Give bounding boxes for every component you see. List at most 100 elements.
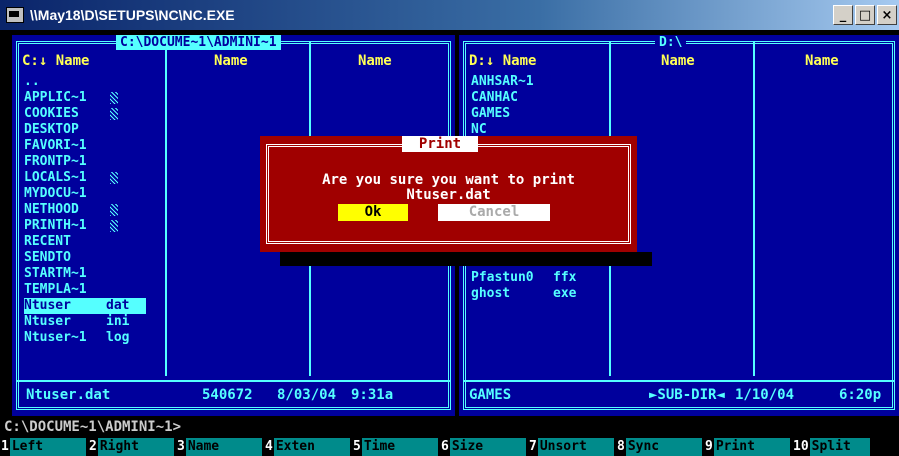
dialog-shadow	[280, 252, 652, 266]
selection-marker	[110, 108, 118, 120]
left-file-item[interactable]: MYDOCU~1	[24, 186, 146, 202]
file-ext: ini	[106, 314, 130, 329]
file-name: CANHAC	[471, 90, 518, 105]
fkey-number: 6	[440, 438, 450, 456]
file-name: MYDOCU~1	[24, 186, 87, 201]
right-col-header-1[interactable]: D:↓ Name	[469, 53, 536, 69]
fkey-sync[interactable]: 8 Sync	[616, 438, 702, 456]
fkey-label: Sync	[625, 438, 702, 456]
fkey-name[interactable]: 3 Name	[176, 438, 262, 456]
fkey-number: 8	[616, 438, 626, 456]
right-file-item[interactable]: CANHAC	[471, 90, 553, 106]
left-file-item[interactable]: TEMPLA~1	[24, 282, 146, 298]
file-name: DESKTOP	[24, 122, 79, 137]
file-name: TEMPLA~1	[24, 282, 87, 297]
left-file-item[interactable]: FAVORI~1	[24, 138, 146, 154]
fkey-time[interactable]: 5 Time	[352, 438, 438, 456]
fkey-number: 10	[792, 438, 810, 456]
dialog-title: Print	[402, 136, 478, 152]
left-file-item[interactable]: DESKTOP	[24, 122, 146, 138]
left-file-item[interactable]: FRONTP~1	[24, 154, 146, 170]
right-status-name: GAMES	[469, 387, 512, 403]
left-status-name: Ntuser.dat	[26, 387, 111, 403]
right-col-header-3[interactable]: Name	[805, 53, 839, 69]
restore-button[interactable]: □	[855, 5, 875, 25]
fkey-number: 7	[528, 438, 538, 456]
fkey-exten[interactable]: 4 Exten	[264, 438, 350, 456]
fkey-number: 3	[176, 438, 186, 456]
fkey-unsort[interactable]: 7 Unsort	[528, 438, 614, 456]
fkey-split[interactable]: 10 Split	[792, 438, 870, 456]
left-col-header-3[interactable]: Name	[358, 53, 392, 69]
fkey-number: 2	[88, 438, 98, 456]
fkey-number: 1	[0, 438, 10, 456]
fkey-label: Size	[449, 438, 526, 456]
file-name: ghost	[471, 286, 511, 301]
right-col-header-2[interactable]: Name	[661, 53, 695, 69]
window-title: \\May18\D\SETUPS\NC\NC.EXE	[30, 7, 235, 23]
ok-button[interactable]: Ok	[338, 204, 408, 221]
left-col-header-2[interactable]: Name	[214, 53, 248, 69]
file-name: Ntuser	[24, 298, 106, 314]
selection-marker	[110, 172, 118, 184]
file-name: RECENT	[24, 234, 71, 249]
selection-marker	[110, 220, 118, 232]
right-column-divider-2	[753, 41, 755, 376]
left-file-item[interactable]: LOCALS~1	[24, 170, 146, 186]
left-file-item[interactable]: NETHOOD	[24, 202, 146, 218]
file-name: STARTM~1	[24, 266, 87, 281]
dialog-filename: Ntuser.dat	[406, 187, 491, 203]
left-status-date: 8/03/04	[277, 387, 337, 403]
left-status-size: 540672	[202, 387, 253, 403]
fkey-print[interactable]: 9 Print	[704, 438, 790, 456]
left-file-list: .. APPLIC~1 COOKIES DESKTOP FAVORI~1 FRONTP~1…	[24, 74, 146, 346]
dos-window-icon[interactable]	[6, 7, 24, 23]
right-file-item[interactable]: GAMES	[471, 106, 553, 122]
fkey-number: 4	[264, 438, 274, 456]
file-name: NETHOOD	[24, 202, 79, 217]
left-file-item[interactable]: Ntuser~1 log	[24, 330, 146, 346]
right-file-item[interactable]: Pfastun0 ffx	[471, 270, 593, 286]
left-file-item[interactable]: RECENT	[24, 234, 146, 250]
close-button[interactable]: ×	[877, 5, 897, 25]
left-file-item[interactable]: Ntuser ini	[24, 314, 146, 330]
fkey-size[interactable]: 6 Size	[440, 438, 526, 456]
left-file-item[interactable]: COOKIES	[24, 106, 146, 122]
right-status-date: 1/10/04	[735, 387, 795, 403]
file-ext: exe	[553, 286, 577, 301]
command-prompt[interactable]: C:\DOCUME~1\ADMINI~1>	[4, 419, 181, 435]
right-file-list-top: ANHSAR~1 CANHAC GAMES NC	[471, 74, 553, 138]
fkey-label: Right	[97, 438, 174, 456]
fkey-label: Split	[809, 438, 870, 456]
right-panel-path: D:\	[655, 35, 687, 50]
window-title-bar[interactable]: \\May18\D\SETUPS\NC\NC.EXE _ □ ×	[0, 0, 899, 30]
right-file-item[interactable]: ghost exe	[471, 286, 593, 302]
left-file-item[interactable]: APPLIC~1	[24, 90, 146, 106]
print-dialog: Print Are you sure you want to print Ntu…	[260, 136, 652, 266]
fkey-label: Left	[9, 438, 86, 456]
left-file-item[interactable]: SENDTO	[24, 250, 146, 266]
file-name: Ntuser~1	[24, 330, 87, 345]
left-file-item[interactable]: Ntuser dat	[24, 298, 146, 314]
file-name: Ntuser	[24, 314, 71, 329]
file-name: SENDTO	[24, 250, 71, 265]
left-col-header-1[interactable]: C:↓ Name	[22, 53, 89, 69]
right-file-item[interactable]: ANHSAR~1	[471, 74, 553, 90]
fkey-label: Name	[185, 438, 262, 456]
file-name: GAMES	[471, 106, 511, 121]
left-status-divider	[16, 380, 451, 382]
minimize-button[interactable]: _	[833, 5, 853, 25]
left-column-divider-1	[165, 41, 167, 376]
selection-marker	[110, 204, 118, 216]
function-key-bar: 1 Left 2 Right 3 Name 4 Exten 5 Time 6 Size 7 Unsort 8…	[0, 438, 899, 456]
fkey-label: Print	[713, 438, 790, 456]
fkey-right[interactable]: 2 Right	[88, 438, 174, 456]
fkey-left[interactable]: 1 Left	[0, 438, 86, 456]
cancel-button[interactable]: Cancel	[438, 204, 550, 221]
file-ext: ffx	[553, 270, 577, 285]
left-file-item[interactable]: ..	[24, 74, 146, 90]
file-name: FRONTP~1	[24, 154, 87, 169]
left-file-item[interactable]: PRINTH~1	[24, 218, 146, 234]
left-file-item[interactable]: STARTM~1	[24, 266, 146, 282]
file-ext: dat	[106, 298, 146, 314]
